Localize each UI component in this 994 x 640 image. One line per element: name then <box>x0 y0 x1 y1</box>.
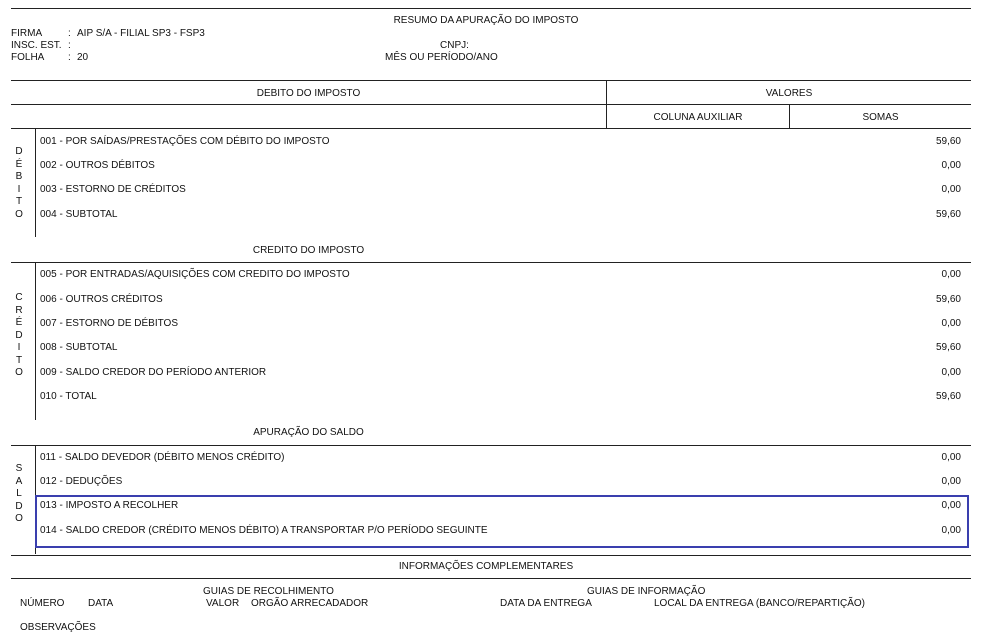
info-title: INFORMAÇÕES COMPLEMENTARES <box>398 561 574 572</box>
top-rule <box>11 8 971 9</box>
credito-row-label: 006 - OUTROS CRÉDITOS <box>40 294 163 305</box>
firma-label: FIRMA <box>11 28 43 39</box>
credito-row-value: 0,00 <box>941 318 961 329</box>
mes-periodo-label: MÊS OU PERÍODO/ANO <box>385 52 498 63</box>
credito-row-label: 009 - SALDO CREDOR DO PERÍODO ANTERIOR <box>40 367 267 378</box>
guias-recolhimento: GUIAS DE RECOLHIMENTO <box>203 586 334 597</box>
valores-header: VALORES <box>765 88 813 99</box>
credito-row-value: 0,00 <box>941 269 961 280</box>
folha-label: FOLHA <box>11 52 45 63</box>
saldo-side-label: SAL DO <box>15 463 23 524</box>
debito-side-label: DÉB ITO <box>15 146 23 220</box>
debito-row-value: 0,00 <box>941 160 961 171</box>
credito-side-label: CRÉ DIT O <box>15 292 23 378</box>
highlight-box <box>35 495 969 548</box>
credito-row-label: 010 - TOTAL <box>40 391 97 402</box>
credito-row-value: 0,00 <box>941 367 961 378</box>
somas-header: SOMAS <box>862 112 899 123</box>
debito-row-value: 59,60 <box>935 209 961 220</box>
credito-row-label: 007 - ESTORNO DE DÉBITOS <box>40 318 179 329</box>
debito-row-value: 59,60 <box>935 136 961 147</box>
credito-title: CREDITO DO IMPOSTO <box>252 245 365 256</box>
folha-sep: : <box>68 52 71 63</box>
insc-sep: : <box>68 40 71 51</box>
saldo-row-value: 0,00 <box>941 476 961 487</box>
observacoes-label: OBSERVAÇÕES <box>20 622 96 633</box>
folha-value: 20 <box>77 52 89 63</box>
debito-row-label: 001 - POR SAÍDAS/PRESTAÇÕES COM DÉBITO D… <box>40 136 330 147</box>
saldo-row-label: 011 - SALDO DEVEDOR (DÉBITO MENOS CRÉDIT… <box>40 452 285 463</box>
insc-label: INSC. EST. <box>11 40 62 51</box>
saldo-top-rule <box>11 445 971 446</box>
table-top-rule <box>11 80 971 81</box>
credito-row-label: 005 - POR ENTRADAS/AQUISIÇÕES COM CREDIT… <box>40 269 350 280</box>
credito-side-rule <box>35 262 36 420</box>
local-entrega-label: LOCAL DA ENTREGA (BANCO/REPARTIÇÃO) <box>654 598 865 609</box>
firma-sep: : <box>68 28 71 39</box>
firma-value: AIP S/A - FILIAL SP3 - FSP3 <box>77 28 205 39</box>
coluna-auxiliar-header: COLUNA AUXILIAR <box>653 112 743 123</box>
credito-row-value: 59,60 <box>935 391 961 402</box>
saldo-row-value: 0,00 <box>941 452 961 463</box>
saldo-row-label: 012 - DEDUÇÕES <box>40 476 123 487</box>
cnpj-label: CNPJ: <box>440 40 469 51</box>
credito-row-value: 59,60 <box>935 294 961 305</box>
orgao-label: ORGÃO ARRECADADOR <box>251 598 369 609</box>
report-title: RESUMO DA APURAÇÃO DO IMPOSTO <box>393 15 579 26</box>
debito-side-rule <box>35 128 36 237</box>
header-mid-rule <box>11 104 971 105</box>
data-label: DATA <box>88 598 114 609</box>
info-top-rule <box>11 555 971 556</box>
data-entrega-label: DATA DA ENTREGA <box>500 598 592 609</box>
saldo-title: APURAÇÃO DO SALDO <box>253 427 364 438</box>
valor-label: VALOR <box>206 598 240 609</box>
debito-title: DEBITO DO IMPOSTO <box>256 88 361 99</box>
credito-top-rule <box>11 262 971 263</box>
numero-label: NÚMERO <box>20 598 65 609</box>
debito-row-label: 004 - SUBTOTAL <box>40 209 118 220</box>
credito-row-label: 008 - SUBTOTAL <box>40 342 118 353</box>
debito-row-value: 0,00 <box>941 184 961 195</box>
info-mid-rule <box>11 578 971 579</box>
credito-row-value: 59,60 <box>935 342 961 353</box>
debito-row-label: 003 - ESTORNO DE CRÉDITOS <box>40 184 186 195</box>
debito-row-label: 002 - OUTROS DÉBITOS <box>40 160 155 171</box>
header-bottom-rule <box>11 128 971 129</box>
guias-informacao: GUIAS DE INFORMAÇÃO <box>587 586 706 597</box>
